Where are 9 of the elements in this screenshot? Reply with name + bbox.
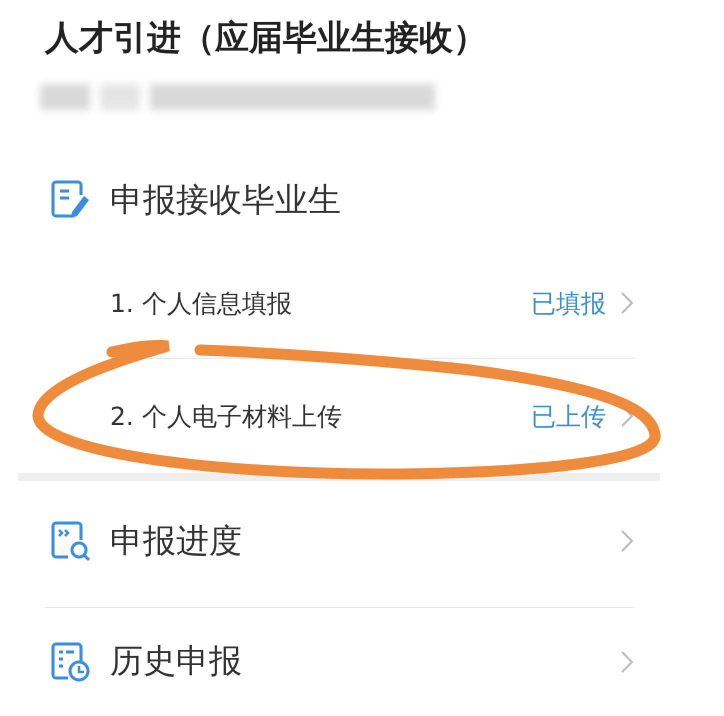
section-title: 申报接收毕业生 <box>110 178 341 220</box>
menu-row[interactable]: 申报进度 <box>48 481 634 601</box>
list-item[interactable]: 1. 个人信息填报 已填报 <box>110 248 634 358</box>
list-item[interactable]: 2. 个人电子材料上传 已上传 <box>110 359 634 473</box>
chevron-icon <box>620 650 634 674</box>
page-title: 人才引进（应届毕业生接收） <box>44 17 487 60</box>
menu-row[interactable]: 历史申报 <box>48 608 634 715</box>
chevron-icon <box>620 291 634 315</box>
chevron-icon <box>620 529 634 553</box>
